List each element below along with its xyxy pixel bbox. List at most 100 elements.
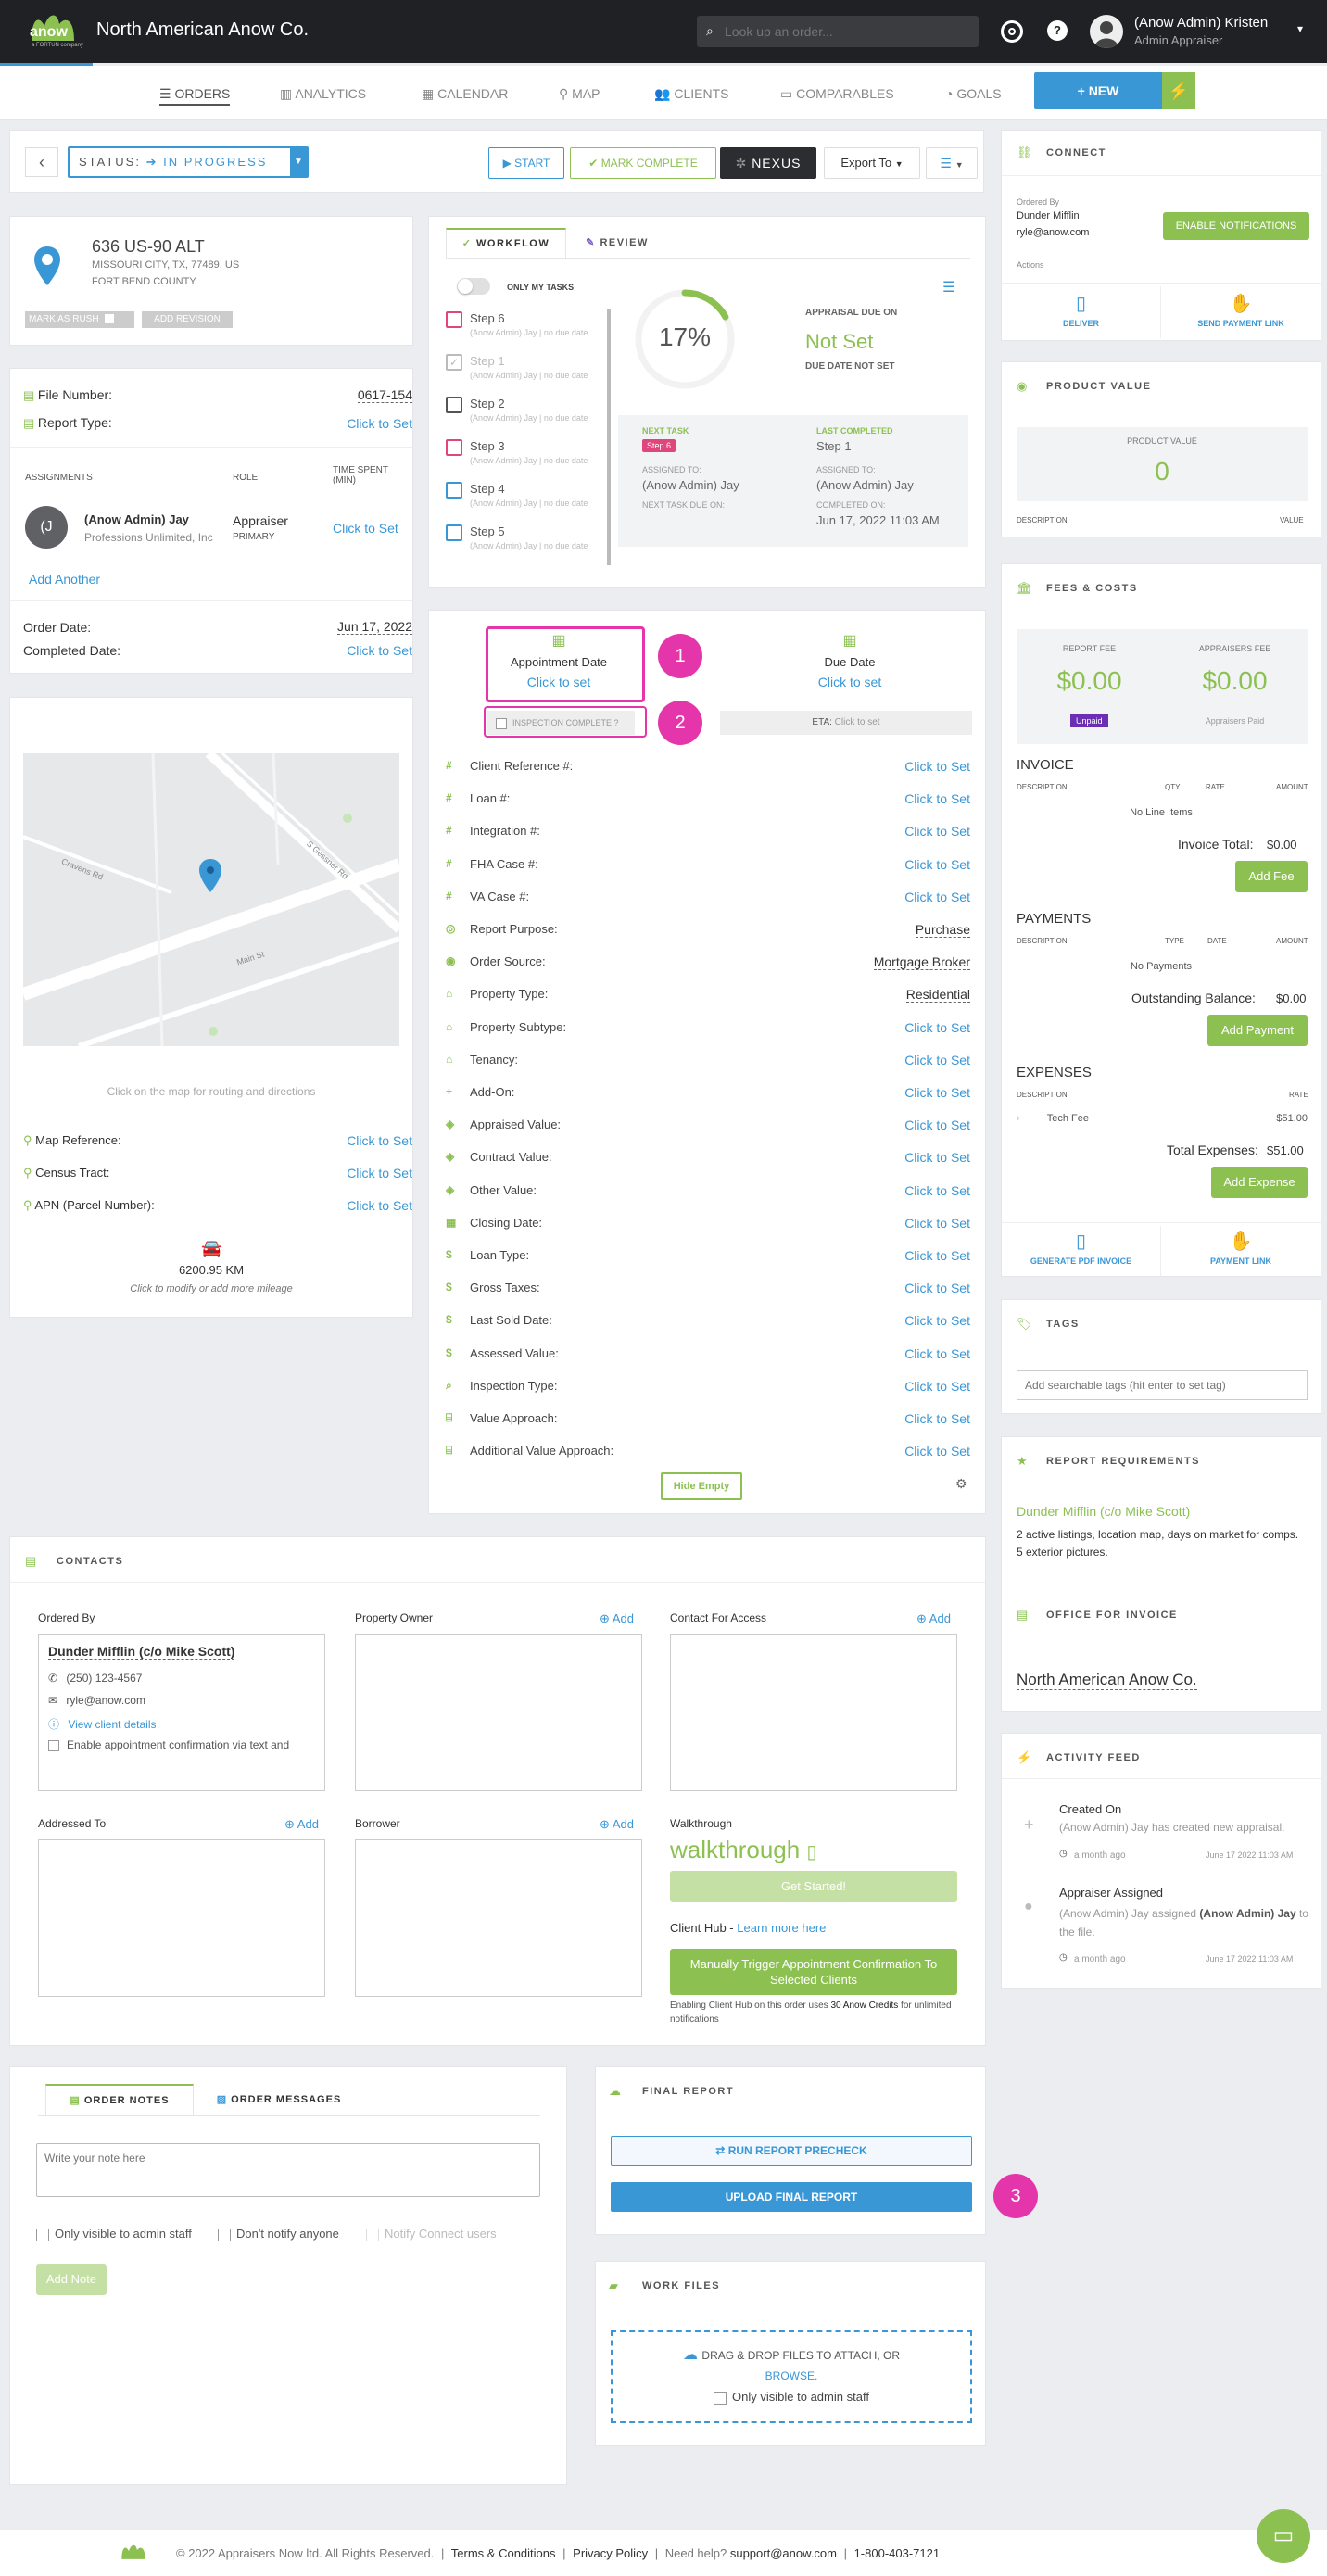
eta-field[interactable]: ETA: Click to set [720, 711, 972, 735]
nav-analytics[interactable]: ▥ ANALYTICS [280, 86, 366, 102]
send-payment-link-button[interactable]: ✋ SEND PAYMENT LINK [1161, 286, 1321, 338]
field-value[interactable]: Click to Set [904, 759, 970, 774]
browse-link[interactable]: BROWSE. [613, 2369, 970, 2382]
field-value[interactable]: Click to Set [904, 1053, 970, 1067]
back-button[interactable]: ‹ [25, 147, 58, 177]
new-button[interactable]: + NEW [1034, 72, 1162, 109]
field-value[interactable]: Click to Set [904, 1216, 970, 1231]
report-fee-value[interactable]: $0.00 [1017, 666, 1162, 696]
checkbox-icon[interactable] [446, 524, 462, 541]
add-note-button[interactable]: Add Note [36, 2264, 107, 2295]
privacy-link[interactable]: Privacy Policy [573, 2546, 648, 2560]
property-address[interactable]: 636 US-90 ALT [92, 237, 205, 257]
property-city[interactable]: MISSOURI CITY, TX, 77489, US [92, 259, 240, 271]
field-value[interactable]: Click to Set [904, 1183, 970, 1198]
note-textarea[interactable] [36, 2143, 540, 2197]
search-box[interactable]: ⌕ [697, 16, 979, 47]
census-tract-value[interactable]: Click to Set [347, 1166, 412, 1181]
nav-clients[interactable]: 👥 CLIENTS [654, 86, 728, 102]
add-revision-button[interactable]: ADD REVISION [142, 311, 233, 328]
nav-orders[interactable]: ☰ ORDERS [159, 86, 231, 106]
start-button[interactable]: ▶ START [488, 147, 564, 179]
field-value[interactable]: Click to Set [904, 1346, 970, 1361]
gear-icon[interactable]: ⚙ [955, 1476, 967, 1492]
apn-value[interactable]: Click to Set [347, 1198, 412, 1213]
nav-calendar[interactable]: ▦ CALENDAR [422, 86, 508, 102]
avatar[interactable] [1090, 15, 1123, 48]
field-value[interactable]: Click to Set [904, 791, 970, 806]
contact-client-name[interactable]: Dunder Mifflin (c/o Mike Scott) [48, 1644, 235, 1660]
checked-checkbox-icon[interactable]: ✓ [446, 354, 462, 371]
workflow-step[interactable]: Step 3 (Anow Admin) Jay | no due date [446, 437, 603, 474]
workflow-step[interactable]: Step 4 (Anow Admin) Jay | no due date [446, 480, 603, 517]
export-dropdown[interactable]: Export To ▼ [824, 147, 920, 179]
chat-bubble-icon[interactable]: ▭ [1257, 2509, 1310, 2563]
status-dropdown[interactable]: STATUS: ➔ IN PROGRESS ▼ [68, 146, 309, 178]
upload-final-report-button[interactable]: UPLOAD FINAL REPORT [611, 2182, 972, 2212]
work-admin-only-checkbox[interactable]: Only visible to admin staff [613, 2390, 970, 2405]
lightning-icon[interactable]: ⚡ [1162, 72, 1195, 109]
field-value[interactable]: Click to Set [904, 824, 970, 839]
dont-notify-checkbox[interactable]: Don't notify anyone [218, 2227, 339, 2241]
field-value[interactable]: Click to Set [904, 1150, 970, 1165]
nav-map[interactable]: ⚲ MAP [559, 86, 600, 102]
order-date-value[interactable]: Jun 17, 2022 [337, 619, 412, 635]
workflow-step[interactable]: Step 5 (Anow Admin) Jay | no due date [446, 523, 603, 560]
file-number[interactable]: 0617-154 [357, 387, 412, 403]
workflow-step[interactable]: Step 6 (Anow Admin) Jay | no due date [446, 309, 603, 347]
field-value[interactable]: Click to Set [904, 1020, 970, 1035]
field-value[interactable]: Click to Set [904, 1281, 970, 1295]
trigger-confirmation-button[interactable]: Manually Trigger Appointment Confirmatio… [670, 1949, 957, 1995]
checkbox-icon[interactable] [446, 482, 462, 499]
field-value[interactable]: Click to Set [904, 1248, 970, 1263]
terms-link[interactable]: Terms & Conditions [451, 2546, 556, 2560]
field-value[interactable]: Click to Set [904, 890, 970, 904]
generate-pdf-invoice-button[interactable]: ▯ GENERATE PDF INVOICE [1002, 1226, 1161, 1276]
field-value[interactable]: Mortgage Broker [873, 954, 970, 971]
map-reference-value[interactable]: Click to Set [347, 1133, 412, 1148]
field-value[interactable]: Purchase [915, 922, 970, 938]
add-access-contact-link[interactable]: ⊕ Add [916, 1611, 951, 1626]
field-value[interactable]: Residential [905, 987, 970, 1004]
payment-link-button[interactable]: ✋ PAYMENT LINK [1161, 1226, 1321, 1276]
tags-input[interactable] [1017, 1370, 1308, 1400]
nav-goals[interactable]: ◔ GOALS [945, 86, 1002, 101]
completed-date-value[interactable]: Click to Set [347, 643, 412, 658]
nexus-button[interactable]: ✲ NEXUS [720, 147, 816, 179]
field-value[interactable]: Click to Set [904, 1379, 970, 1394]
tab-order-messages[interactable]: ▨ ORDER MESSAGES [196, 2084, 362, 2115]
menu-dropdown[interactable]: ☰ ▼ [926, 147, 978, 179]
get-started-button[interactable]: Get Started! [670, 1871, 957, 1902]
chevron-down-icon[interactable]: ▾ [1297, 22, 1303, 35]
view-client-details-link[interactable]: ⓘ View client details [48, 1716, 157, 1732]
appraiser-fee-value[interactable]: $0.00 [1162, 666, 1308, 696]
enable-notifications-button[interactable]: ENABLE NOTIFICATIONS [1163, 212, 1309, 240]
next-task-badge[interactable]: Step 6 [642, 439, 676, 452]
expense-row[interactable]: › Tech Fee $51.00 [1017, 1113, 1308, 1124]
distance-value[interactable]: 6200.95 KM [10, 1263, 412, 1277]
tab-order-notes[interactable]: ▤ ORDER NOTES [45, 2084, 194, 2115]
sms-confirmation-checkbox[interactable]: Enable appointment confirmation via text… [48, 1738, 317, 1751]
report-type-value[interactable]: Click to Set [347, 416, 412, 431]
help-icon[interactable]: ? [1047, 20, 1068, 41]
deliver-button[interactable]: ▯ DELIVER [1002, 286, 1161, 338]
hide-empty-button[interactable]: Hide Empty [661, 1472, 742, 1500]
search-input[interactable] [725, 16, 975, 47]
field-value[interactable]: Click to Set [904, 1118, 970, 1132]
field-value[interactable]: Click to Set [904, 1411, 970, 1426]
workflow-step[interactable]: ✓ Step 1 (Anow Admin) Jay | no due date [446, 352, 603, 389]
add-another-link[interactable]: Add Another [29, 572, 100, 587]
tab-review[interactable]: ✎ REVIEW [566, 228, 668, 258]
run-precheck-button[interactable]: ⇄ RUN REPORT PRECHECK [611, 2136, 972, 2166]
workflow-step[interactable]: Step 2 (Anow Admin) Jay | no due date [446, 395, 603, 432]
notify-connect-checkbox[interactable]: Notify Connect users [366, 2227, 497, 2241]
anow-logo[interactable]: anow a FORTUN company [26, 6, 83, 57]
target-icon[interactable] [1001, 20, 1023, 43]
add-addressed-to-link[interactable]: ⊕ Add [284, 1817, 319, 1832]
field-value[interactable]: Click to Set [904, 1313, 970, 1328]
checkbox-icon[interactable] [446, 397, 462, 413]
workflow-menu-icon[interactable]: ☰ [942, 278, 955, 297]
checkbox-icon[interactable] [446, 311, 462, 328]
nav-comparables[interactable]: ▭ COMPARABLES [780, 86, 894, 102]
add-borrower-link[interactable]: ⊕ Add [600, 1817, 634, 1832]
